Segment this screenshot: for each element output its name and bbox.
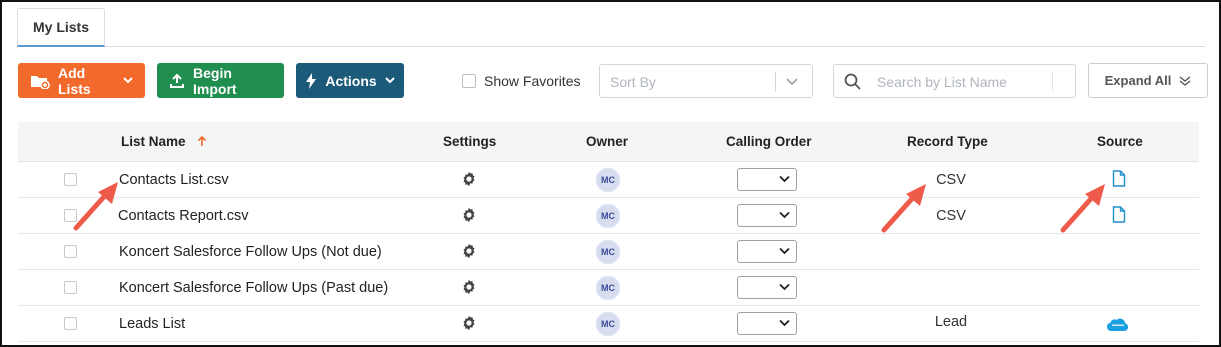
file-icon[interactable] [1112,206,1126,223]
list-name[interactable]: Contacts List.csv [119,172,229,188]
show-favorites-label: Show Favorites [484,73,581,89]
chevron-down-icon[interactable] [785,74,799,88]
actions-label: Actions [325,72,377,89]
lists-table: List Name Settings Owner Calling Order R… [18,122,1199,342]
owner-avatar: MC [596,240,620,264]
search-divider [1052,72,1053,92]
chevron-down-icon [123,77,133,84]
search-icon [844,73,861,90]
column-header-source: Source [1097,134,1143,149]
chevron-down-icon [779,175,790,183]
add-lists-button[interactable]: Add Lists [18,63,145,98]
row-checkbox[interactable] [64,281,77,294]
tab-bar: My Lists [17,8,1205,47]
annotation-arrow-icon [881,184,926,233]
page-frame: My Lists Add Lists Begin Import Actions … [0,0,1221,347]
column-header-list-name[interactable]: List Name [121,134,207,149]
tab-my-lists[interactable]: My Lists [17,8,105,47]
gear-icon[interactable] [461,243,477,259]
list-name[interactable]: Leads List [119,316,185,332]
search-placeholder: Search by List Name [877,74,1007,90]
expand-all-label: Expand All [1104,73,1172,88]
salesforce-icon[interactable] [1107,317,1129,332]
show-favorites-toggle[interactable]: Show Favorites [462,73,580,89]
add-lists-label: Add Lists [58,64,91,97]
gear-icon[interactable] [461,315,477,331]
owner-avatar: MC [596,276,620,300]
column-header-record-type: Record Type [907,134,988,149]
annotation-arrow-icon [73,182,118,231]
actions-button[interactable]: Actions [296,63,404,98]
table-row[interactable]: Koncert Salesforce Follow Ups (Past due)… [18,270,1199,306]
sort-by-select[interactable]: Sort By [599,64,813,98]
column-header-settings: Settings [443,134,497,149]
column-header-calling-order: Calling Order [726,134,812,149]
gear-icon[interactable] [461,279,477,295]
expand-all-button[interactable]: Expand All [1088,63,1208,98]
calling-order-select[interactable] [737,204,797,227]
list-name[interactable]: Contacts Report.csv [118,208,249,224]
calling-order-select[interactable] [737,168,797,191]
table-row[interactable]: Contacts List.csv MC CSV [18,162,1199,198]
chevron-down-icon [779,283,790,291]
double-chevron-down-icon [1179,75,1191,86]
show-favorites-checkbox[interactable] [462,74,476,88]
chevron-down-icon [384,77,395,84]
gear-icon[interactable] [461,171,477,187]
table-header: List Name Settings Owner Calling Order R… [18,122,1199,162]
calling-order-select[interactable] [737,312,797,335]
annotation-arrow-icon [1060,184,1105,233]
owner-avatar: MC [596,168,620,192]
owner-avatar: MC [596,312,620,336]
chevron-down-icon [779,211,790,219]
list-name-header-label: List Name [121,134,186,149]
table-row[interactable]: Koncert Salesforce Follow Ups (Not due) … [18,234,1199,270]
lightning-icon [306,72,317,89]
column-header-owner: Owner [586,134,629,149]
sort-by-divider [775,72,776,92]
row-checkbox[interactable] [64,245,77,258]
chevron-down-icon [779,319,790,327]
table-row[interactable]: Leads List MC Lead [18,306,1199,342]
add-list-icon [31,75,50,89]
chevron-down-icon [779,247,790,255]
file-icon[interactable] [1112,170,1126,187]
sort-by-placeholder: Sort By [610,74,656,90]
begin-import-label: Begin Import [193,64,237,97]
search-list-input[interactable]: Search by List Name [833,64,1076,98]
begin-import-button[interactable]: Begin Import [157,63,284,98]
record-type: Lead [934,314,968,330]
upload-icon [170,73,184,88]
gear-icon[interactable] [461,207,477,223]
table-row[interactable]: Contacts Report.csv MC CSV [18,198,1199,234]
row-checkbox[interactable] [64,317,77,330]
list-name[interactable]: Koncert Salesforce Follow Ups (Not due) [119,244,382,260]
sort-ascending-icon [198,135,207,146]
list-name[interactable]: Koncert Salesforce Follow Ups (Past due) [119,280,388,296]
owner-avatar: MC [596,204,620,228]
calling-order-select[interactable] [737,240,797,263]
calling-order-select[interactable] [737,276,797,299]
